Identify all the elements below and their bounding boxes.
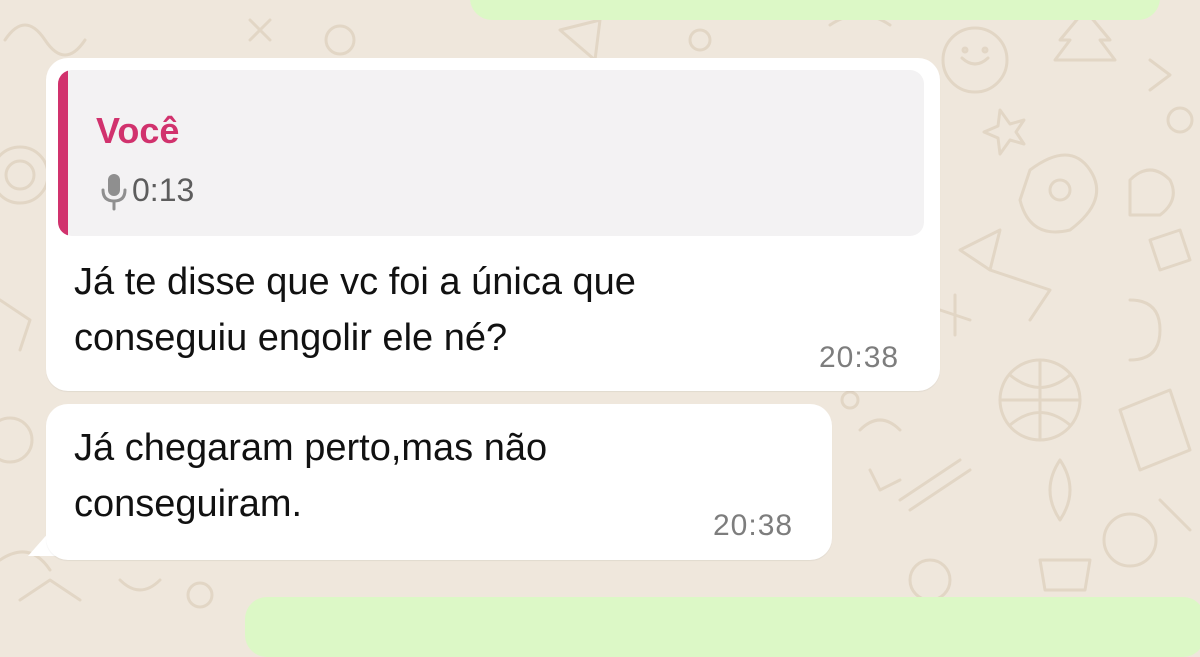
quoted-reply[interactable]: Você 0:13	[58, 70, 924, 236]
voice-note-duration: 0:13	[132, 172, 195, 208]
quote-author: Você	[96, 110, 180, 151]
incoming-message-bubble[interactable]: Já chegaram perto,mas não conseguiram. 2…	[46, 404, 832, 560]
message-text-line: Já te disse que vc foi a única que	[74, 261, 636, 303]
quote-accent-bar	[58, 70, 68, 236]
message-timestamp: 20:38	[819, 341, 900, 374]
mic-icon	[101, 174, 127, 211]
message-text-line: Já chegaram perto,mas não	[74, 427, 548, 469]
outgoing-message-bubble-top[interactable]	[470, 0, 1160, 20]
message-text-line: conseguiu engolir ele né?	[74, 317, 508, 359]
incoming-message-bubble[interactable]: Você 0:13 Já te disse que vc foi a única…	[46, 58, 940, 391]
outgoing-message-bubble-bottom[interactable]	[245, 597, 1200, 657]
message-timestamp: 20:38	[713, 509, 794, 542]
message-text-line: conseguiram.	[74, 483, 303, 525]
